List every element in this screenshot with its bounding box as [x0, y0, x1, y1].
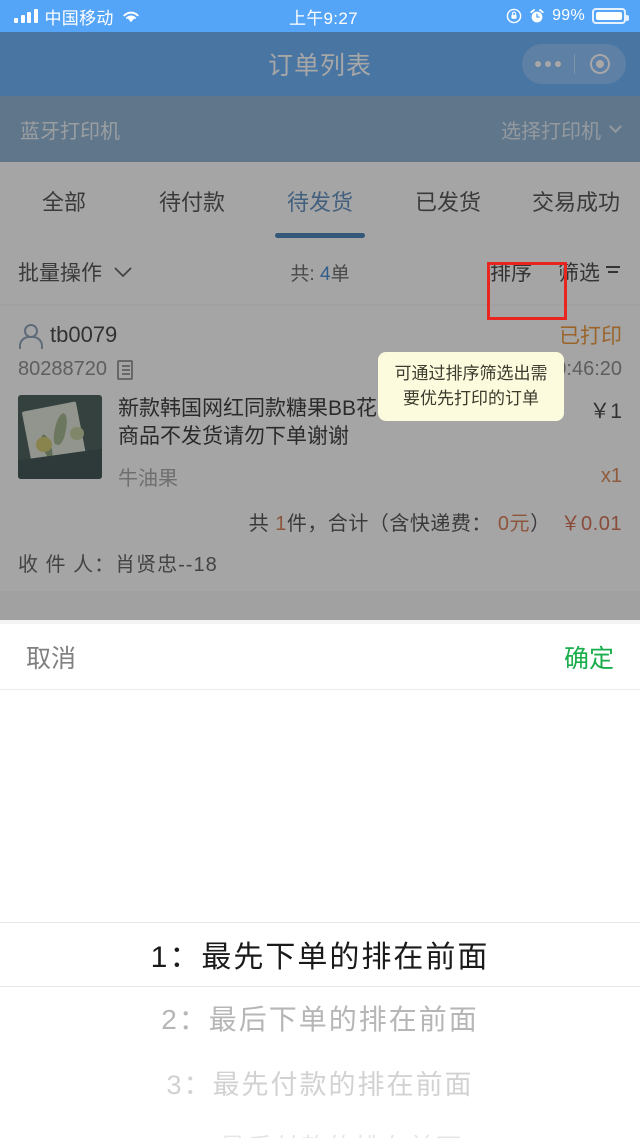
picker-option[interactable]: 1：最先下单的排在前面: [0, 922, 640, 986]
carrier-label: 中国移动: [44, 8, 114, 28]
picker-option-list: 1：最先下单的排在前面 2：最后下单的排在前面 3：最先付款的排在前面 4：最后…: [0, 922, 640, 1138]
cancel-button[interactable]: 取消: [26, 639, 76, 675]
status-bar-left: 中国移动: [14, 4, 141, 29]
picker-option[interactable]: 3：最先付款的排在前面: [0, 1050, 640, 1114]
status-bar: 中国移动 上午9:27 99%: [0, 0, 640, 32]
rotation-lock-icon: [506, 8, 522, 24]
picker-option[interactable]: 4：最后付款的排在前面: [0, 1114, 640, 1138]
screen: 中国移动 上午9:27 99% 订单列表 蓝牙打印机 选择打印机 全部 待付款 …: [0, 0, 640, 1138]
confirm-button[interactable]: 确定: [564, 639, 614, 675]
sort-picker-sheet: 取消 确定 1：最先下单的排在前面 2：最后下单的排在前面 3：最先付款的排在前…: [0, 624, 640, 1138]
sort-tooltip: 可通过排序筛选出需要优先打印的订单: [378, 352, 564, 422]
sort-button-highlight: [487, 262, 567, 320]
alarm-clock-icon: [530, 9, 544, 23]
picker-option[interactable]: 2：最后下单的排在前面: [0, 986, 640, 1050]
signal-bars-icon: [14, 9, 38, 23]
status-bar-right: 99%: [506, 7, 629, 25]
wifi-icon: [123, 11, 139, 22]
battery-icon: [592, 8, 629, 24]
dim-overlay[interactable]: [0, 32, 640, 620]
battery-percent-label: 99%: [552, 7, 585, 24]
status-bar-time: 上午9:27: [288, 8, 358, 28]
sort-option-picker[interactable]: 1：最先下单的排在前面 2：最后下单的排在前面 3：最先付款的排在前面 4：最后…: [0, 690, 640, 1138]
picker-header: 取消 确定: [0, 624, 640, 690]
